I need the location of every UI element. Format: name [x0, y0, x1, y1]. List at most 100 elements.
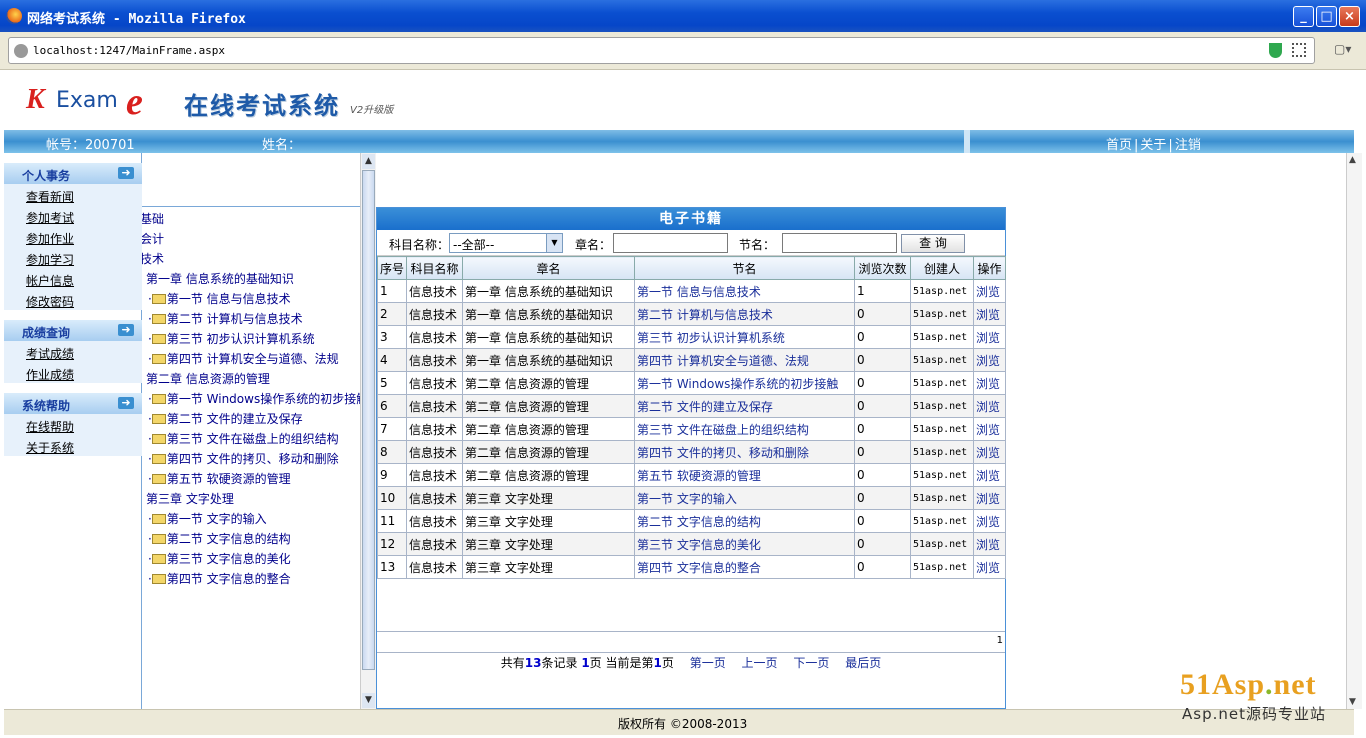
tree-node[interactable]: 第二章 信息资源的管理: [146, 370, 270, 387]
tree-section[interactable]: · 第一节 文字的输入: [148, 510, 267, 527]
browse-link[interactable]: 浏览: [973, 394, 1006, 418]
tree-section[interactable]: · 第四节 计算机安全与道德、法规: [148, 350, 339, 367]
table-cell: 2: [377, 302, 407, 326]
column-header[interactable]: 序号: [377, 256, 407, 280]
close-button[interactable]: ×: [1339, 6, 1360, 27]
browse-link[interactable]: 浏览: [973, 440, 1006, 464]
nav-item[interactable]: 修改密码: [4, 289, 142, 310]
table-cell[interactable]: 第四节 文件的拷贝、移动和删除: [634, 440, 855, 464]
shield-icon[interactable]: [1269, 43, 1282, 58]
tree-section[interactable]: · 第二节 计算机与信息技术: [148, 310, 303, 327]
page-scrollbar[interactable]: ▲ ▼: [1346, 153, 1362, 709]
table-cell[interactable]: 第三节 文件在磁盘上的组织结构: [634, 417, 855, 441]
table-cell[interactable]: 第一节 文字的输入: [634, 486, 855, 510]
tree-section[interactable]: · 第四节 文件的拷贝、移动和删除: [148, 450, 339, 467]
first-page-link[interactable]: 第一页: [690, 656, 726, 670]
browse-link[interactable]: 浏览: [973, 417, 1006, 441]
browse-link[interactable]: 浏览: [973, 532, 1006, 556]
nav-item[interactable]: 考试成绩: [4, 341, 142, 362]
arrow-icon[interactable]: ➜: [118, 324, 134, 336]
next-page-link[interactable]: 下一页: [793, 656, 829, 670]
folder-icon: [151, 474, 166, 484]
column-header[interactable]: 创建人: [910, 256, 974, 280]
tree-section[interactable]: · 第一节 Windows操作系统的初步接触: [148, 390, 360, 407]
table-cell[interactable]: 第三节 文字信息的美化: [634, 532, 855, 556]
browse-link[interactable]: 浏览: [973, 279, 1006, 303]
nav-group-header[interactable]: 系统帮助 ➜: [4, 393, 142, 414]
browse-link[interactable]: 浏览: [973, 325, 1006, 349]
nav-item[interactable]: 参加考试: [4, 205, 142, 226]
browse-link[interactable]: 浏览: [973, 463, 1006, 487]
table-cell[interactable]: 第四节 文字信息的整合: [634, 555, 855, 579]
table-cell[interactable]: 第三节 初步认识计算机系统: [634, 325, 855, 349]
about-link[interactable]: 关于: [1140, 138, 1166, 153]
table-cell[interactable]: 第二节 计算机与信息技术: [634, 302, 855, 326]
tree-scrollbar[interactable]: ▲ ▼: [360, 153, 376, 709]
last-page-link[interactable]: 最后页: [845, 656, 881, 670]
browse-link[interactable]: 浏览: [973, 486, 1006, 510]
column-header[interactable]: 节名: [634, 256, 855, 280]
arrow-icon[interactable]: ➜: [118, 167, 134, 179]
logout-link[interactable]: 注销: [1175, 138, 1201, 153]
nav-item[interactable]: 查看新闻: [4, 184, 142, 205]
column-header[interactable]: 浏览次数: [854, 256, 911, 280]
arrow-icon[interactable]: ➜: [118, 397, 134, 409]
table-cell[interactable]: 第四节 计算机安全与道德、法规: [634, 348, 855, 372]
browse-link[interactable]: 浏览: [973, 302, 1006, 326]
chapter-input[interactable]: [613, 233, 728, 253]
nav-item[interactable]: 关于系统: [4, 435, 142, 456]
scroll-thumb[interactable]: [362, 170, 375, 670]
search-button[interactable]: 查 询: [901, 234, 965, 253]
browse-link[interactable]: 浏览: [973, 509, 1006, 533]
tree-section[interactable]: · 第三节 初步认识计算机系统: [148, 330, 315, 347]
tree-node[interactable]: 基础: [142, 210, 164, 227]
table-cell[interactable]: 第二节 文件的建立及保存: [634, 394, 855, 418]
tree-section[interactable]: · 第四节 文字信息的整合: [148, 570, 291, 587]
tree-node[interactable]: 第一章 信息系统的基础知识: [146, 270, 294, 287]
table-cell: 0: [854, 532, 911, 556]
minimize-button[interactable]: _: [1293, 6, 1314, 27]
page-number[interactable]: 1: [997, 635, 1003, 646]
table-row: 3 信息技术 第一章 信息系统的基础知识 第三节 初步认识计算机系统 0 51asp.ne…: [377, 325, 1006, 349]
table-cell[interactable]: 第二节 文字信息的结构: [634, 509, 855, 533]
tree-node[interactable]: 会计: [142, 230, 164, 247]
nav-group-header[interactable]: 成绩查询 ➜: [4, 320, 142, 341]
column-header[interactable]: 科目名称: [406, 256, 463, 280]
scroll-up-icon[interactable]: ▲: [1349, 155, 1356, 165]
nav-group-header[interactable]: 个人事务 ➜: [4, 163, 142, 184]
tree-section[interactable]: · 第三节 文字信息的美化: [148, 550, 291, 567]
tree-section[interactable]: · 第一节 信息与信息技术: [148, 290, 291, 307]
tree-node[interactable]: 技术: [142, 250, 164, 267]
browse-link[interactable]: 浏览: [973, 371, 1006, 395]
prev-page-link[interactable]: 上一页: [742, 656, 778, 670]
column-header[interactable]: 操作: [973, 256, 1006, 280]
nav-item[interactable]: 作业成绩: [4, 362, 142, 383]
nav-item[interactable]: 参加作业: [4, 226, 142, 247]
subject-select[interactable]: --全部-- ▼: [449, 233, 563, 253]
main-frame: 电子书籍 科目名称： --全部-- ▼ 章名： 节名： 查 询 序号 科目名称 章名节…: [376, 153, 1354, 709]
scroll-down-icon[interactable]: ▼: [362, 693, 375, 708]
nav-item[interactable]: 参加学习: [4, 247, 142, 268]
table-cell[interactable]: 第一节 信息与信息技术: [634, 279, 855, 303]
table-row: 2 信息技术 第一章 信息系统的基础知识 第二节 计算机与信息技术 0 51asp.net…: [377, 302, 1006, 326]
section-input[interactable]: [782, 233, 897, 253]
table-cell[interactable]: 第五节 软硬资源的管理: [634, 463, 855, 487]
tree-section[interactable]: · 第三节 文件在磁盘上的组织结构: [148, 430, 339, 447]
table-row: 5 信息技术 第二章 信息资源的管理 第一节 Windows操作系统的初步接触 0 51a…: [377, 371, 1006, 395]
menu-icon[interactable]: ▢▾: [1334, 42, 1356, 58]
tree-node[interactable]: 第三章 文字处理: [146, 490, 234, 507]
maximize-button[interactable]: □: [1316, 6, 1337, 27]
browse-link[interactable]: 浏览: [973, 555, 1006, 579]
url-bar[interactable]: localhost:1247/MainFrame.aspx: [8, 37, 1315, 64]
column-header[interactable]: 章名: [462, 256, 635, 280]
tree-section[interactable]: · 第二节 文字信息的结构: [148, 530, 291, 547]
browse-link[interactable]: 浏览: [973, 348, 1006, 372]
tree-section[interactable]: · 第二节 文件的建立及保存: [148, 410, 303, 427]
home-link[interactable]: 首页: [1106, 138, 1132, 153]
nav-item[interactable]: 帐户信息: [4, 268, 142, 289]
nav-item[interactable]: 在线帮助: [4, 414, 142, 435]
scroll-up-icon[interactable]: ▲: [362, 154, 375, 169]
tree-section[interactable]: · 第五节 软硬资源的管理: [148, 470, 291, 487]
table-cell[interactable]: 第一节 Windows操作系统的初步接触: [634, 371, 855, 395]
qr-icon[interactable]: [1292, 43, 1306, 57]
